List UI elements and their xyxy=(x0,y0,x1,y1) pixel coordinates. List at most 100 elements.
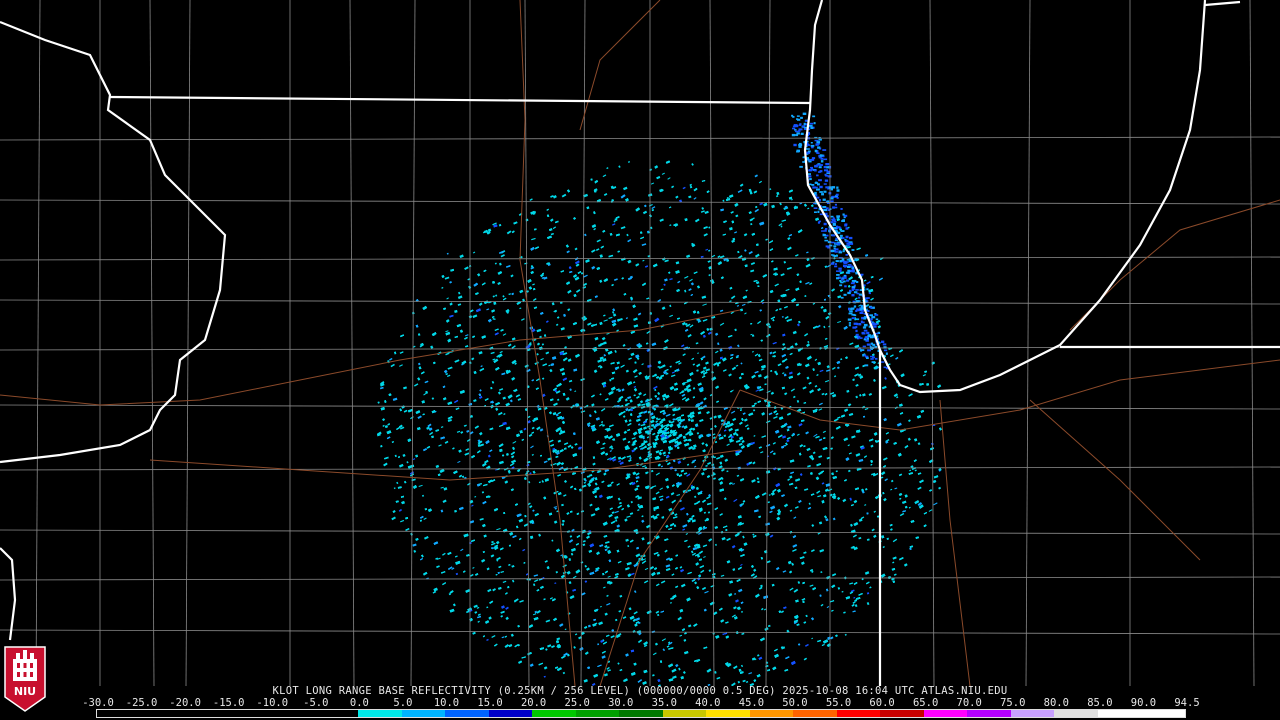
echo-pixel xyxy=(807,207,810,210)
echo-pixel xyxy=(440,426,444,428)
echo-pixel xyxy=(746,427,750,430)
echo-pixel xyxy=(435,464,440,469)
echo-pixel xyxy=(642,210,648,215)
echo-pixel xyxy=(726,196,729,199)
echo-pixel xyxy=(719,454,724,459)
echo-pixel xyxy=(519,599,524,603)
echo-pixel xyxy=(543,460,548,464)
echo-pixel xyxy=(917,442,921,446)
echo-pixel xyxy=(784,392,788,396)
echo-pixel xyxy=(860,516,865,520)
echo-pixel xyxy=(768,325,772,329)
echo-pixel xyxy=(782,342,786,346)
echo-pixel xyxy=(657,613,660,617)
echo-pixel xyxy=(639,400,644,404)
echo-pixel xyxy=(680,583,686,588)
echo-pixel xyxy=(756,477,760,480)
echo-pixel xyxy=(510,633,514,637)
echo-pixel xyxy=(486,638,489,641)
echo-pixel xyxy=(596,239,601,243)
echo-pixel xyxy=(600,605,602,608)
echo-pixel xyxy=(498,460,504,465)
echo-pixel xyxy=(531,453,534,456)
echo-pixel xyxy=(490,351,495,355)
echo-pixel xyxy=(557,439,562,443)
echo-pixel xyxy=(853,597,856,599)
echo-pixel xyxy=(432,591,437,594)
echo-pixel xyxy=(695,342,699,345)
echo-pixel xyxy=(734,592,737,595)
echo-pixel xyxy=(610,635,615,639)
echo-pixel xyxy=(512,441,517,444)
echo-pixel xyxy=(914,499,920,505)
echo-pixel xyxy=(642,465,647,468)
echo-pixel xyxy=(650,419,655,424)
echo-pixel xyxy=(849,582,854,585)
echo-pixel xyxy=(446,252,449,255)
echo-pixel xyxy=(791,562,795,566)
echo-pixel xyxy=(618,460,622,463)
echo-pixel xyxy=(617,456,622,460)
echo-pixel xyxy=(457,295,463,300)
echo-pixel xyxy=(804,332,809,337)
echo-pixel xyxy=(750,333,753,336)
echo-pixel xyxy=(447,418,452,423)
echo-pixel xyxy=(757,654,760,657)
echo-pixel xyxy=(664,259,669,263)
echo-pixel xyxy=(665,567,671,572)
echo-pixel xyxy=(528,480,531,484)
echo-pixel xyxy=(708,249,711,252)
echo-pixel xyxy=(809,584,814,587)
echo-pixel xyxy=(622,343,626,347)
echo-pixel xyxy=(505,616,509,621)
echo-pixel xyxy=(724,458,729,462)
echo-pixel xyxy=(736,474,740,477)
echo-pixel xyxy=(728,427,733,432)
echo-pixel xyxy=(811,524,815,527)
echo-pixel xyxy=(703,511,707,514)
echo-pixel xyxy=(854,366,860,370)
echo-pixel xyxy=(837,320,842,324)
echo-pixel xyxy=(562,671,566,675)
echo-pixel xyxy=(760,368,765,371)
echo-pixel xyxy=(609,450,612,453)
echo-pixel xyxy=(750,223,753,226)
echo-pixel xyxy=(393,487,396,490)
echo-pixel xyxy=(703,556,706,558)
echo-pixel xyxy=(861,405,866,409)
echo-pixel xyxy=(660,288,664,291)
echo-pixel xyxy=(698,550,704,555)
echo-pixel xyxy=(602,174,607,178)
echo-pixel xyxy=(472,314,478,319)
echo-pixel xyxy=(842,498,847,503)
echo-pixel xyxy=(705,464,708,467)
echo-pixel xyxy=(502,580,507,584)
echo-pixel xyxy=(819,549,825,553)
echo-pixel xyxy=(412,458,416,461)
echo-pixel xyxy=(553,520,558,524)
echo-pixel xyxy=(818,438,823,442)
echo-pixel xyxy=(531,426,535,430)
echo-pixel xyxy=(503,412,506,416)
echo-pixel xyxy=(766,390,771,394)
echo-pixel xyxy=(454,309,458,313)
echo-pixel xyxy=(396,481,399,485)
echo-pixel xyxy=(716,676,721,680)
echo-pixel xyxy=(603,319,608,322)
echo-pixel xyxy=(884,478,888,482)
echo-pixel xyxy=(615,519,618,522)
echo-pixel xyxy=(848,412,854,417)
echo-pixel xyxy=(855,395,858,399)
echo-pixel xyxy=(806,376,810,380)
echo-pixel xyxy=(780,225,783,228)
echo-pixel xyxy=(532,509,535,512)
echo-pixel xyxy=(735,364,739,367)
echo-pixel xyxy=(505,606,509,610)
echo-pixel xyxy=(377,401,380,404)
echo-pixel xyxy=(788,371,793,375)
echo-pixel xyxy=(410,416,414,420)
echo-pixel xyxy=(734,328,737,332)
echo-pixel xyxy=(866,592,870,595)
echo-pixel xyxy=(388,357,393,361)
echo-pixel xyxy=(807,340,810,344)
